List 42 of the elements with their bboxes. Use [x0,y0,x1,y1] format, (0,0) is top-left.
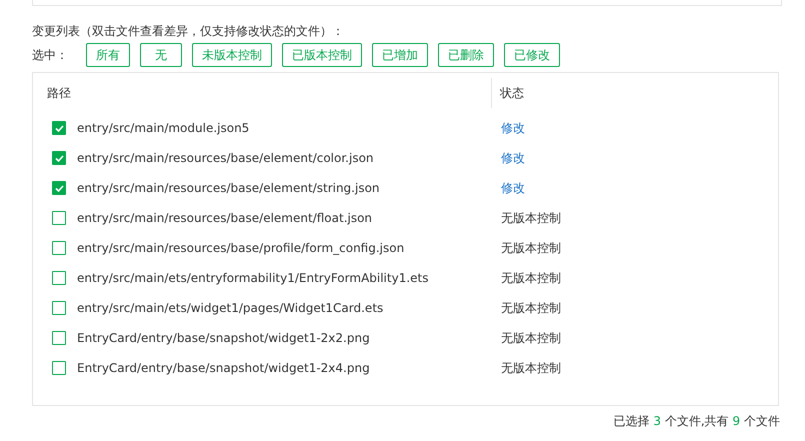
file-status: 无版本控制 [501,240,561,256]
file-path: entry/src/main/module.json5 [77,121,250,135]
file-path: entry/src/main/resources/base/element/float.json [77,211,374,225]
check-icon [54,124,64,132]
checkbox[interactable] [52,361,66,375]
check-icon [54,154,64,162]
column-header: 路径 [46,84,72,102]
checkbox[interactable] [52,121,66,135]
checkbox[interactable] [52,241,66,255]
file-status: 修改 [501,150,525,166]
file-path: entry/src/main/ets/entryformability1/EntryFormAbility1.ets [77,271,430,285]
checkbox[interactable] [52,151,66,165]
file-path: entry/src/main/resources/base/profile/form_config.json [77,241,406,255]
filter-button[interactable]: 已版本控制 [282,43,362,67]
file-path: EntryCard/entry/base/snapshot/widget1-2x2.png [77,331,371,345]
checkbox[interactable] [52,331,66,345]
checkbox[interactable] [52,211,66,225]
selection-summary: 已选择 3 个文件,共有 9 个文件 [614,413,780,430]
file-status: 无版本控制 [501,300,561,316]
filter-button[interactable]: 未版本控制 [192,43,272,67]
select-label: 选中： [32,46,68,64]
filter-button[interactable]: 已增加 [372,43,428,67]
checkbox[interactable] [52,301,66,315]
filter-button[interactable]: 已修改 [504,43,560,67]
checkbox[interactable] [52,271,66,285]
file-path: entry/src/main/resources/base/element/color.json [77,151,375,165]
check-icon [54,184,64,192]
checkbox[interactable] [52,181,66,195]
column-header: 状态 [491,78,524,108]
file-status: 无版本控制 [501,210,561,226]
file-status: 无版本控制 [501,270,561,286]
file-path: EntryCard/entry/base/snapshot/widget1-2x4.png [77,361,371,375]
file-status: 无版本控制 [501,360,561,376]
file-status: 修改 [501,120,525,136]
file-path: entry/src/main/resources/base/element/string.json [77,181,381,195]
file-status: 无版本控制 [501,330,561,346]
file-path: entry/src/main/ets/widget1/pages/Widget1Card.ets [77,301,384,315]
filter-button[interactable]: 已删除 [438,43,494,67]
file-status: 修改 [501,180,525,196]
section-title: 变更列表（双击文件查看差异，仅支持修改状态的文件）： [32,23,345,40]
filter-button[interactable]: 所有 [86,43,130,67]
filter-button[interactable]: 无 [140,43,182,67]
